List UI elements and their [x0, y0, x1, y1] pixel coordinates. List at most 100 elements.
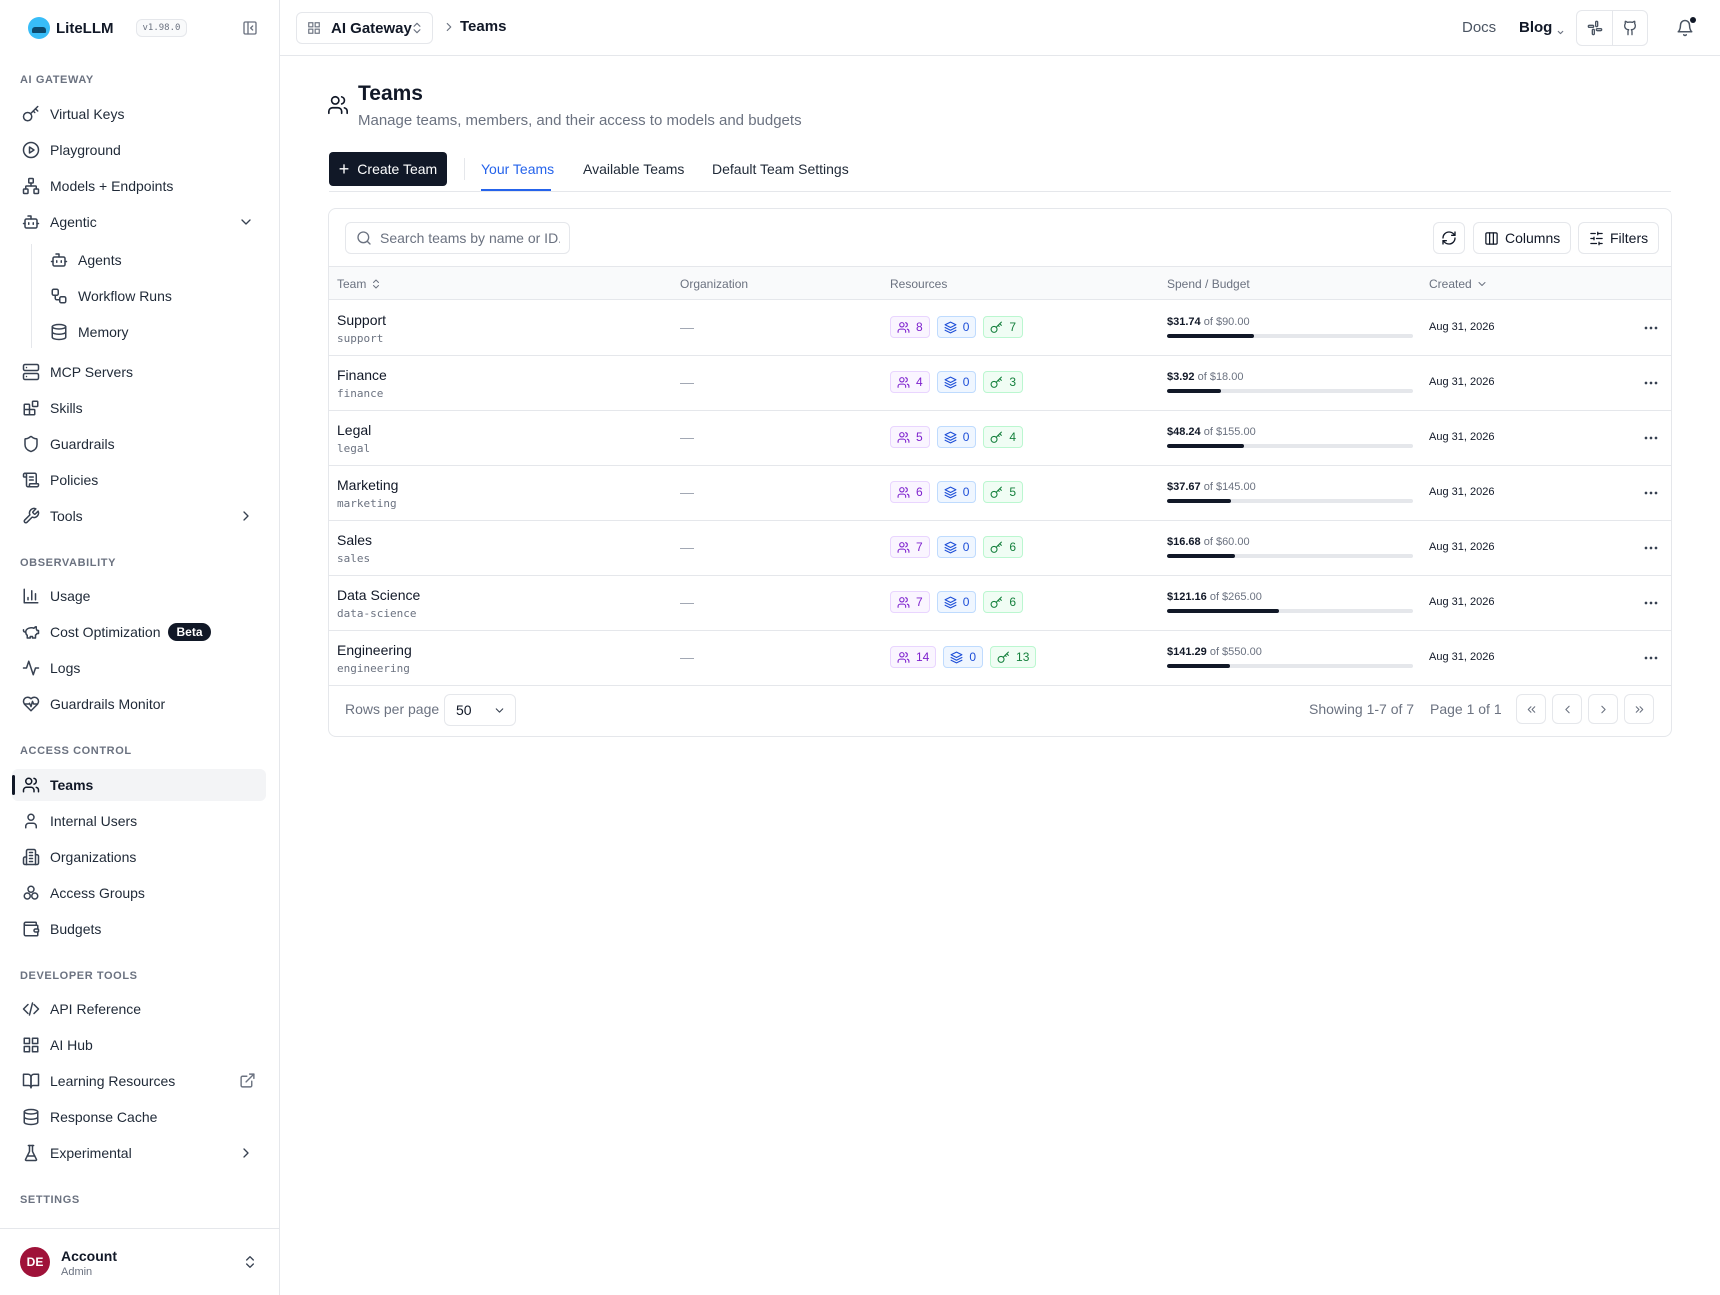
table-row[interactable]: Support support — 8 0 7 $31.74 of $90.00…	[329, 301, 1671, 356]
sidebar-item-label: Access Groups	[50, 885, 145, 901]
members-badge: 7	[890, 591, 930, 613]
team-id: engineering	[337, 662, 410, 675]
sidebar-item-cost-optimization[interactable]: Cost Optimization Beta	[12, 616, 266, 648]
showing-count: Showing 1-7 of 7	[1309, 701, 1415, 717]
sidebar-item-policies[interactable]: Policies	[12, 464, 266, 496]
team-organization: —	[680, 374, 694, 390]
sidebar-item-label: MCP Servers	[50, 364, 133, 380]
search-box[interactable]	[345, 222, 570, 254]
sidebar-item-agents[interactable]: Agents	[40, 244, 266, 276]
sidebar-item-logs[interactable]: Logs	[12, 652, 266, 684]
more-actions-icon[interactable]	[1640, 428, 1662, 448]
chevron-down-icon	[495, 708, 504, 713]
column-header-team[interactable]: Team	[337, 277, 382, 291]
account-role: Admin	[61, 1266, 93, 1278]
table-row[interactable]: Legal legal — 5 0 4 $48.24 of $155.00 Au…	[329, 411, 1671, 466]
more-actions-icon[interactable]	[1640, 648, 1662, 668]
table-row[interactable]: Data Science data-science — 7 0 6 $121.1…	[329, 576, 1671, 631]
users-icon	[897, 541, 910, 553]
keys-badge: 5	[983, 481, 1024, 503]
chevron-right-icon	[442, 20, 456, 34]
sidebar-item-label: Tools	[50, 508, 83, 524]
keys-badge: 3	[983, 371, 1024, 393]
sidebar-item-organizations[interactable]: Organizations	[12, 841, 266, 873]
members-badge: 6	[890, 481, 930, 503]
filters-button[interactable]: Filters	[1578, 222, 1660, 254]
sidebar-item-internal-users[interactable]: Internal Users	[12, 805, 266, 837]
models-badge: 0	[936, 371, 977, 393]
team-name[interactable]: Legal	[337, 422, 371, 438]
models-count: 0	[962, 540, 970, 554]
github-icon[interactable]	[1622, 20, 1638, 36]
more-actions-icon[interactable]	[1640, 373, 1662, 393]
sidebar-item-response-cache[interactable]: Response Cache	[12, 1101, 266, 1133]
refresh-button[interactable]	[1433, 222, 1465, 254]
sidebar-item-guardrails[interactable]: Guardrails	[12, 428, 266, 460]
previous-page-button[interactable]	[1552, 694, 1582, 724]
more-actions-icon[interactable]	[1640, 593, 1662, 613]
sidebar-item-virtual-keys[interactable]: Virtual Keys	[12, 98, 266, 130]
first-page-button[interactable]	[1516, 694, 1546, 724]
sidebar-item-skills[interactable]: Skills	[12, 392, 266, 424]
team-name[interactable]: Engineering	[337, 642, 412, 658]
search-icon	[356, 230, 372, 246]
columns-button[interactable]: Columns	[1473, 222, 1572, 254]
sidebar-item-memory[interactable]: Memory	[40, 316, 266, 348]
tab-available-teams[interactable]: Available Teams	[583, 161, 684, 177]
sidebar-item-agentic[interactable]: Agentic	[12, 206, 266, 238]
team-id: support	[337, 332, 384, 345]
last-page-button[interactable]	[1624, 694, 1654, 724]
sidebar-item-ai-hub[interactable]: AI Hub	[12, 1029, 266, 1061]
section-settings: SETTINGS	[20, 1194, 80, 1206]
sidebar-item-tools[interactable]: Tools	[12, 500, 266, 532]
sidebar-item-guardrails-monitor[interactable]: Guardrails Monitor	[12, 688, 266, 720]
create-team-button[interactable]: + Create Team	[329, 152, 447, 186]
brand[interactable]: LiteLLM v1.98.0	[28, 17, 188, 39]
next-page-button[interactable]	[1588, 694, 1618, 724]
columns-icon	[1485, 231, 1498, 245]
more-actions-icon[interactable]	[1640, 538, 1662, 558]
sidebar-item-mcp-servers[interactable]: MCP Servers	[12, 356, 266, 388]
table-row[interactable]: Finance finance — 4 0 3 $3.92 of $18.00 …	[329, 356, 1671, 411]
server-icon	[22, 363, 40, 381]
sidebar-item-learning-resources[interactable]: Learning Resources	[12, 1065, 266, 1097]
team-name[interactable]: Data Science	[337, 587, 420, 603]
sidebar-item-usage[interactable]: Usage	[12, 580, 266, 612]
search-input[interactable]	[380, 230, 560, 246]
gateway-select[interactable]: AI Gateway	[296, 12, 433, 44]
account-menu[interactable]: DE Account Admin	[0, 1228, 279, 1295]
column-header-label: Created	[1429, 277, 1472, 291]
budget-progress-fill	[1167, 499, 1231, 503]
blog-menu[interactable]: Blog	[1519, 19, 1552, 36]
table-row[interactable]: Sales sales — 7 0 6 $16.68 of $60.00 Aug…	[329, 521, 1671, 576]
filters-label: Filters	[1610, 230, 1649, 246]
team-name[interactable]: Marketing	[337, 477, 398, 493]
sidebar-item-experimental[interactable]: Experimental	[12, 1137, 266, 1169]
more-actions-icon[interactable]	[1640, 318, 1662, 338]
docs-link[interactable]: Docs	[1462, 19, 1496, 36]
sidebar-item-workflow-runs[interactable]: Workflow Runs	[40, 280, 266, 312]
bot-icon	[22, 213, 40, 231]
rows-per-page-select[interactable]: 50	[444, 694, 516, 726]
more-actions-icon[interactable]	[1640, 483, 1662, 503]
team-name[interactable]: Sales	[337, 532, 372, 548]
tab-your-teams[interactable]: Your Teams	[481, 161, 554, 177]
users-icon	[897, 321, 910, 333]
sidebar-collapse-icon[interactable]	[242, 20, 258, 36]
team-resources: 4 0 3	[890, 371, 1030, 393]
sidebar-item-label: Policies	[50, 472, 99, 488]
team-name[interactable]: Support	[337, 312, 386, 328]
sidebar-item-access-groups[interactable]: Access Groups	[12, 877, 266, 909]
sidebar-item-budgets[interactable]: Budgets	[12, 913, 266, 945]
sidebar-item-api-reference[interactable]: API Reference	[12, 993, 266, 1025]
table-row[interactable]: Marketing marketing — 6 0 5 $37.67 of $1…	[329, 466, 1671, 521]
slack-icon[interactable]	[1587, 20, 1603, 36]
sidebar-item-models-endpoints[interactable]: Models + Endpoints	[12, 170, 266, 202]
table-row[interactable]: Engineering engineering — 14 0 13 $141.2…	[329, 631, 1671, 686]
sidebar-item-label: Guardrails	[50, 436, 115, 452]
tab-default-team-settings[interactable]: Default Team Settings	[712, 161, 849, 177]
sidebar-item-playground[interactable]: Playground	[12, 134, 266, 166]
column-header-created[interactable]: Created	[1429, 277, 1488, 291]
team-name[interactable]: Finance	[337, 367, 387, 383]
sidebar-item-teams[interactable]: Teams	[12, 769, 266, 801]
